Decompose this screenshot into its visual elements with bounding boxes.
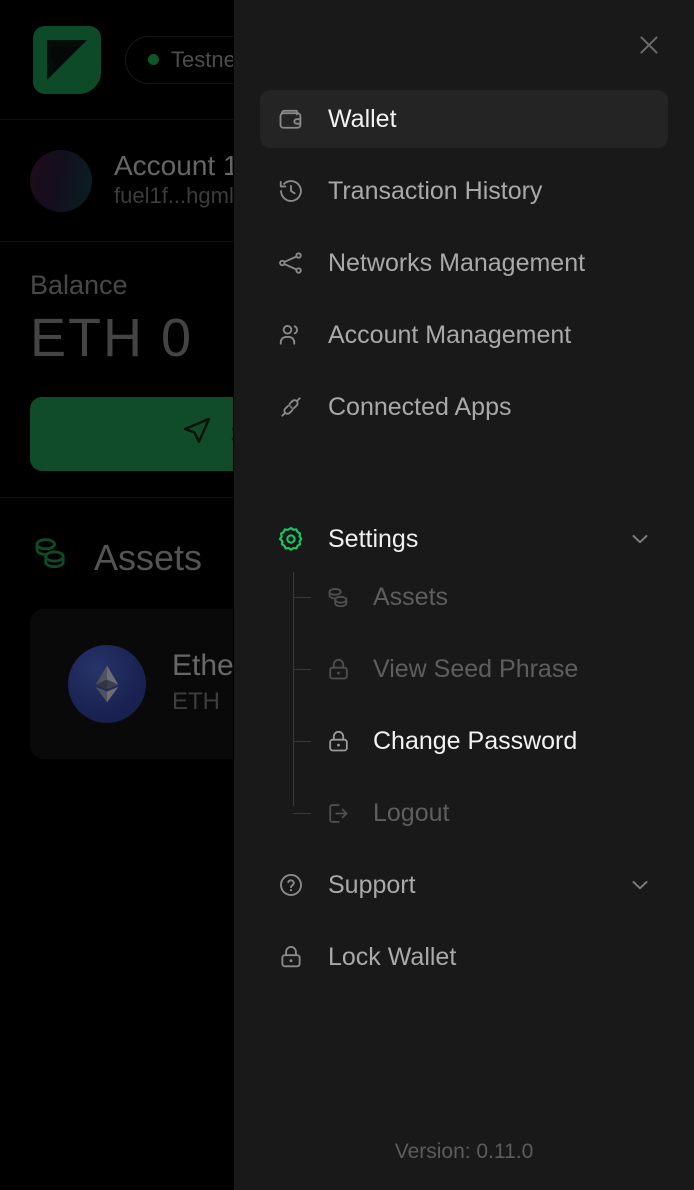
submenu-item-label: View Seed Phrase (373, 654, 579, 683)
section-support[interactable]: Support (260, 856, 668, 914)
lock-icon (323, 726, 353, 756)
menu-item-label: Connected Apps (328, 392, 512, 421)
send-icon (181, 415, 213, 454)
menu-item-label: Networks Management (328, 248, 586, 277)
menu-item-label: Lock Wallet (328, 942, 457, 971)
ethereum-icon (68, 645, 146, 723)
history-icon (276, 176, 306, 206)
assets-heading-label: Assets (94, 536, 203, 578)
section-settings-label: Settings (328, 524, 419, 553)
avatar (30, 149, 92, 212)
plug-icon (276, 392, 306, 422)
menu-item-lock-wallet[interactable]: Lock Wallet (260, 928, 668, 986)
lock-icon (323, 654, 353, 684)
lock-icon (276, 942, 306, 972)
coins-icon (30, 532, 72, 583)
coins-icon (323, 582, 353, 612)
menu-item-label: Wallet (328, 104, 397, 133)
submenu-item-label: Change Password (373, 726, 578, 755)
menu-item-connected-apps[interactable]: Connected Apps (260, 378, 668, 436)
section-support-label: Support (328, 870, 416, 899)
chevron-down-icon[interactable] (628, 527, 652, 551)
settings-drawer: Wallet Transaction History Networks Mana… (233, 0, 694, 1190)
menu-item-account-management[interactable]: Account Management (260, 306, 668, 364)
version-label: Version: 0.11.0 (394, 1140, 534, 1163)
submenu-item-label: Logout (373, 798, 450, 827)
drawer-spacer (234, 1000, 694, 1140)
help-circle-icon (276, 870, 306, 900)
submenu-item-change-password[interactable]: Change Password (293, 712, 668, 770)
network-status-dot (148, 54, 159, 65)
menu-item-label: Transaction History (328, 176, 543, 205)
account-address: fuel1f...hgml (114, 183, 234, 209)
users-icon (276, 320, 306, 350)
section-settings[interactable]: Settings (260, 510, 668, 568)
app-root: Testnet Account 1 fuel1f...hgml Balance … (0, 0, 694, 1190)
account-name: Account 1 (114, 150, 239, 182)
close-icon[interactable] (631, 27, 667, 63)
menu-item-wallet[interactable]: Wallet (260, 90, 668, 148)
fuel-logo (33, 25, 101, 94)
gear-icon (276, 524, 306, 554)
settings-submenu: Assets View Seed Phrase Change Password … (293, 568, 668, 842)
wallet-icon (276, 104, 306, 134)
drawer-header (234, 0, 694, 90)
menu-divider-gap (260, 450, 668, 510)
chevron-down-icon[interactable] (628, 873, 652, 897)
submenu-item-assets[interactable]: Assets (293, 568, 668, 626)
menu-item-networks-management[interactable]: Networks Management (260, 234, 668, 292)
drawer-menu: Wallet Transaction History Networks Mana… (234, 90, 694, 1000)
logout-icon (323, 798, 353, 828)
menu-item-label: Account Management (328, 320, 572, 349)
submenu-item-logout[interactable]: Logout (293, 784, 668, 842)
network-label: Testnet (171, 46, 242, 72)
submenu-item-view-seed-phrase[interactable]: View Seed Phrase (293, 640, 668, 698)
submenu-item-label: Assets (373, 582, 449, 611)
menu-item-transaction-history[interactable]: Transaction History (260, 162, 668, 220)
network-icon (276, 248, 306, 278)
